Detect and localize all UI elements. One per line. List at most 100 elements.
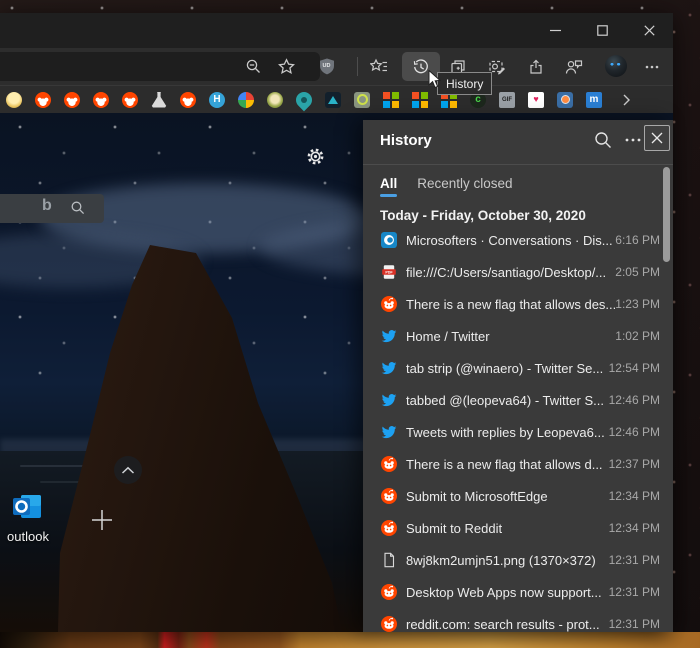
reddit-favicon[interactable] <box>64 92 80 108</box>
ms-squares-favicon[interactable] <box>412 92 428 108</box>
badge-favicon[interactable] <box>267 92 283 108</box>
gphotos-favicon[interactable] <box>238 92 254 108</box>
history-item-time: 1:02 PM <box>615 329 660 343</box>
mouse-cursor <box>428 70 444 95</box>
history-item-title: 8wj8km2umjn51.png (1370×372) <box>406 553 596 568</box>
history-item[interactable]: Home / Twitter 1:02 PM <box>363 320 673 352</box>
ms-squares-favicon[interactable] <box>383 92 399 108</box>
history-item[interactable]: Desktop Web Apps now support... 12:31 PM <box>363 576 673 608</box>
toolbar: UD <box>0 48 673 85</box>
habr-favicon[interactable]: H <box>209 92 225 108</box>
history-item[interactable]: Submit to Reddit 12:34 PM <box>363 512 673 544</box>
reddit-favicon[interactable] <box>35 92 51 108</box>
shield-extension-icon[interactable]: UD <box>317 57 336 76</box>
history-item-time: 12:34 PM <box>609 521 660 535</box>
history-item[interactable]: tabbed @(leopeva64) - Twitter S...12:46 … <box>363 384 673 416</box>
camera-favicon[interactable] <box>557 92 573 108</box>
profile-avatar[interactable] <box>605 55 627 77</box>
history-item-time: 12:46 PM <box>609 393 660 407</box>
panel-more-icon[interactable] <box>623 130 643 150</box>
reddit-favicon <box>381 456 397 472</box>
history-item-time: 12:34 PM <box>609 489 660 503</box>
page-settings-gear-icon[interactable] <box>306 147 325 166</box>
history-item-title: Microsofters · Conversations · Dis... <box>406 233 613 248</box>
heart-favicon[interactable] <box>528 92 544 108</box>
history-item-title: Home / Twitter <box>406 329 490 344</box>
zoom-out-icon[interactable] <box>244 57 263 76</box>
gif-favicon[interactable]: GIF <box>499 92 515 108</box>
tab-recently-closed[interactable]: Recently closed <box>417 176 512 197</box>
history-item-time: 12:31 PM <box>609 585 660 599</box>
browser-window: UD <box>0 13 673 632</box>
history-item[interactable]: Microsofters · Conversations · Dis...6:1… <box>363 224 673 256</box>
reddit-favicon[interactable] <box>180 92 196 108</box>
shield-label: UD <box>317 63 336 69</box>
twitter-favicon <box>381 392 397 408</box>
tab-all[interactable]: All <box>380 176 397 197</box>
pdf-favicon: PDF <box>381 264 397 280</box>
address-bar[interactable] <box>0 52 320 81</box>
favorites-overflow-chevron-icon[interactable] <box>618 92 634 108</box>
history-tabs: All Recently closed <box>380 170 513 202</box>
twitter-favicon <box>381 360 397 376</box>
add-favorite-star-icon[interactable] <box>277 57 296 76</box>
flask-favicon[interactable] <box>151 92 167 108</box>
history-item-title: There is a new flag that allows des... <box>406 297 615 312</box>
history-tooltip: History <box>437 72 492 95</box>
panel-close-button[interactable] <box>644 125 670 151</box>
mountain-favicon[interactable] <box>325 92 341 108</box>
history-item[interactable]: Tweets with replies by Leopeva6... 12:46 … <box>363 416 673 448</box>
lightbulb-favicon[interactable] <box>6 92 22 108</box>
history-item-title: Tweets with replies by Leopeva6... <box>406 425 605 440</box>
history-item-title: Submit to Reddit <box>406 521 502 536</box>
svg-text:PDF: PDF <box>385 271 393 275</box>
close-button[interactable] <box>626 13 673 48</box>
reddit-favicon <box>381 584 397 600</box>
history-item-title: Desktop Web Apps now support... <box>406 585 602 600</box>
reddit-favicon <box>381 616 397 632</box>
outlook-shortcut-icon[interactable] <box>12 491 42 521</box>
history-item-time: 12:54 PM <box>609 361 660 375</box>
history-item[interactable]: Submit to MicrosoftEdge12:34 PM <box>363 480 673 512</box>
panel-divider <box>363 164 673 165</box>
history-date-header: Today - Friday, October 30, 2020 <box>380 208 586 223</box>
search-box[interactable]: b <box>0 194 104 223</box>
twitter-favicon <box>381 424 397 440</box>
history-item[interactable]: tab strip (@winaero) - Twitter Se...12:5… <box>363 352 673 384</box>
maximize-button[interactable] <box>579 13 626 48</box>
history-item[interactable]: PDFfile:///C:/Users/santiago/Desktop/...… <box>363 256 673 288</box>
reddit-favicon <box>381 296 397 312</box>
outlook-shortcut-label: outlook <box>0 529 56 544</box>
favorites-bar: HcGIFm <box>0 85 673 113</box>
docapp-favicon[interactable] <box>354 92 370 108</box>
favorites-bar-star-icon[interactable] <box>369 57 388 76</box>
history-item[interactable]: reddit.com: search results - prot... 12:3… <box>363 608 673 640</box>
toolbar-separator <box>357 57 358 76</box>
feedback-icon[interactable] <box>564 57 583 76</box>
history-item[interactable]: 8wj8km2umjn51.png (1370×372)12:31 PM <box>363 544 673 576</box>
history-item-time: 12:46 PM <box>609 425 660 439</box>
reddit-favicon <box>381 520 397 536</box>
history-item[interactable]: There is a new flag that allows des...1:… <box>363 288 673 320</box>
bing-icon: b <box>42 197 52 215</box>
add-shortcut-plus-icon[interactable] <box>90 508 114 532</box>
pin-favicon[interactable] <box>293 88 316 111</box>
collapse-chevron-icon[interactable] <box>114 456 142 484</box>
history-item[interactable]: There is a new flag that allows d...12:3… <box>363 448 673 480</box>
history-item-time: 12:37 PM <box>609 457 660 471</box>
twitter-favicon <box>381 328 397 344</box>
history-panel: History AllRecently closed Today - Frida… <box>363 120 673 632</box>
history-item-title: reddit.com: search results - prot... <box>406 617 600 632</box>
history-item-time: 6:16 PM <box>615 233 660 247</box>
search-icon[interactable] <box>70 200 86 221</box>
minimize-button[interactable] <box>532 13 579 48</box>
share-icon[interactable] <box>526 57 545 76</box>
history-list: Microsofters · Conversations · Dis...6:1… <box>363 224 673 640</box>
reddit-favicon[interactable] <box>122 92 138 108</box>
reddit-favicon[interactable] <box>93 92 109 108</box>
more-menu-icon[interactable] <box>642 57 661 76</box>
panel-search-icon[interactable] <box>593 130 613 150</box>
mail-favicon[interactable]: m <box>586 92 602 108</box>
history-item-time: 12:31 PM <box>609 617 660 631</box>
history-item-time: 2:05 PM <box>615 265 660 279</box>
